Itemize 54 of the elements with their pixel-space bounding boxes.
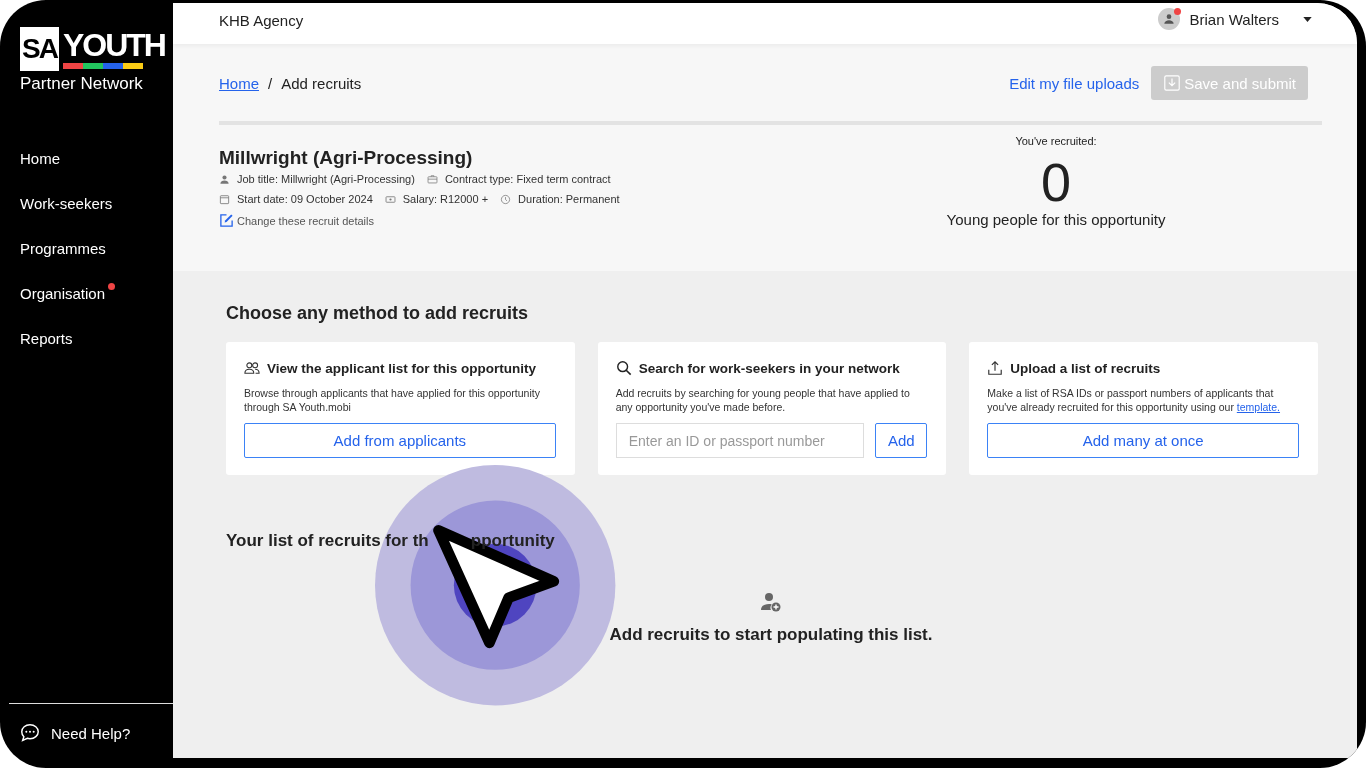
person-icon <box>219 173 230 185</box>
chat-icon <box>19 722 41 744</box>
card-title: Search for work-seekers in your network <box>638 360 900 376</box>
recruited-count: 0 <box>1040 151 1071 214</box>
card-description: Browse through applicants that have applied for this opportunity through SA Youth.mobi <box>244 386 541 414</box>
section-heading: Your list of recruits for th <box>226 531 429 551</box>
job-title: Millwright (Agri-Processing) <box>219 147 474 169</box>
template-link[interactable]: template. <box>1236 401 1280 413</box>
calendar-icon <box>219 193 230 205</box>
id-search-field[interactable]: Enter an ID or passport number <box>615 423 865 458</box>
add-person-icon <box>760 591 782 613</box>
logo-mark: SA <box>20 27 59 71</box>
add-button[interactable]: Add from applicants <box>244 423 556 458</box>
briefcase-icon <box>426 173 438 185</box>
job-detail: Start date: 09 October 2024 <box>237 193 373 205</box>
breadcrumb-link[interactable]: Home <box>219 74 259 92</box>
recruited-label: You've recruited: <box>1015 135 1097 147</box>
color-stripe-icon <box>62 63 143 69</box>
edit-icon <box>219 213 234 228</box>
user-menu[interactable]: Brian Walters <box>1157 8 1312 30</box>
add-button[interactable]: Add many at once <box>987 423 1299 458</box>
sidebar-item[interactable]: Work-seekers <box>0 181 133 226</box>
job-detail: Salary: R12000 + <box>402 193 489 205</box>
card-description: Make a list of RSA IDs or passport numbers of applicants that you've already recruited for this opportunity using our template. <box>987 386 1281 414</box>
download-icon <box>1163 74 1182 92</box>
empty-list-message: Add recruits to start populating this list. <box>609 625 933 645</box>
section-heading: Choose any method to add recruits <box>226 303 530 324</box>
recruited-caption: Young people for this opportunity <box>946 211 1166 228</box>
card-description: Add recruits by searching for young people that have applied to any opportunity you've made before. <box>615 386 911 414</box>
sidebar-item[interactable]: Reports <box>0 316 93 361</box>
card-title: View the applicant list for this opportunity <box>267 360 537 376</box>
clock-icon <box>500 193 512 205</box>
edit-uploads-link[interactable]: Edit my file uploads <box>1009 74 1140 92</box>
breadcrumb-separator: / <box>268 74 273 92</box>
job-detail: Job title: Millwright (Agri-Processing) <box>237 173 415 185</box>
job-detail: Duration: Permanent <box>518 193 620 205</box>
help-link[interactable]: Need Help? <box>19 722 131 744</box>
logo-word: YOUTH <box>62 27 165 63</box>
avatar-icon <box>1157 8 1180 30</box>
banknote-icon <box>384 193 396 205</box>
sidebar-item[interactable]: Home <box>0 136 80 181</box>
search-icon <box>615 360 632 376</box>
job-detail: Contract type: Fixed term contract <box>444 173 611 185</box>
sidebar-item[interactable]: Organisation <box>0 271 126 316</box>
breadcrumb-current: Add recruits <box>281 74 362 92</box>
agency-name: KHB Agency <box>219 12 304 29</box>
sidebar-item[interactable]: Programmes <box>0 226 126 271</box>
add-button[interactable]: Add <box>875 423 928 458</box>
card-title: Upload a list of recruits <box>1010 360 1161 376</box>
people-icon <box>244 360 260 376</box>
logo-subtitle: Partner Network <box>20 74 144 94</box>
change-details-link[interactable]: Change these recruit details <box>219 213 374 228</box>
upload-icon <box>987 360 1004 376</box>
caret-icon <box>1303 16 1312 22</box>
